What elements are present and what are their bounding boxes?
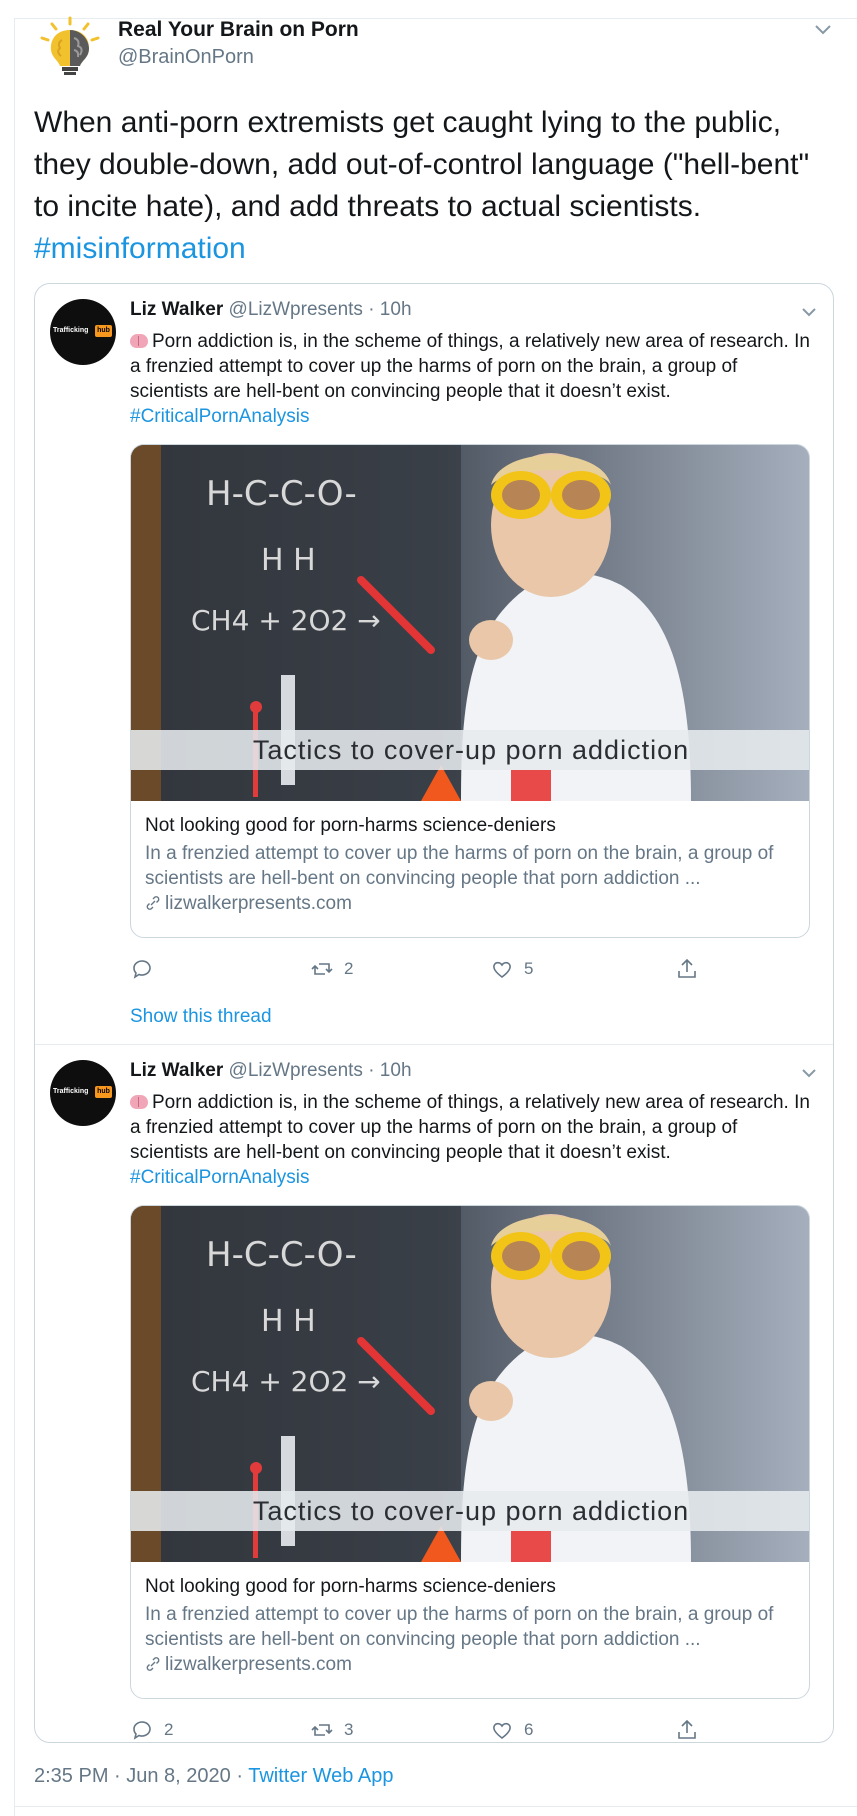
like-button[interactable]: 5 bbox=[490, 954, 533, 984]
retweet-icon bbox=[311, 1724, 333, 1736]
quoted-author-name[interactable]: Liz Walker bbox=[130, 299, 223, 320]
card-domain-text: lizwalkerpresents.com bbox=[165, 893, 352, 914]
hashtag-link[interactable]: #misinformation bbox=[34, 232, 246, 265]
quoted-thread[interactable]: Trafficking hub Liz Walker @LizWpresents… bbox=[34, 283, 834, 1743]
chalk-formula-2: H H bbox=[261, 543, 316, 578]
card-image-caption: Tactics to cover-up porn addiction bbox=[131, 730, 809, 770]
like-count: 6 bbox=[524, 1720, 534, 1739]
reply-icon bbox=[133, 1721, 151, 1740]
source-app-link[interactable]: Twitter Web App bbox=[248, 1765, 393, 1787]
chevron-down-icon[interactable] bbox=[799, 1063, 819, 1083]
card-image[interactable]: H-C-C-O- H H CH4 + 2O2 → Tactics to cove… bbox=[131, 1206, 809, 1562]
quoted-header: Liz Walker @LizWpresents · 10h bbox=[130, 299, 412, 321]
brain-emoji-icon bbox=[130, 1095, 148, 1109]
action-bar: 2 5 bbox=[130, 954, 730, 984]
card-image-caption: Tactics to cover-up porn addiction bbox=[131, 1491, 809, 1531]
like-button[interactable]: 6 bbox=[490, 1715, 534, 1742]
card-title[interactable]: Not looking good for porn-harms science-… bbox=[145, 1576, 556, 1598]
bottom-divider bbox=[14, 1806, 857, 1807]
link-icon bbox=[145, 895, 161, 911]
share-button[interactable] bbox=[675, 1715, 699, 1742]
retweet-button[interactable]: 2 bbox=[310, 954, 353, 984]
author-handle[interactable]: @BrainOnPorn bbox=[118, 46, 254, 69]
action-bar: 2 3 6 bbox=[130, 1715, 730, 1742]
avatar-logo-badge: hub bbox=[95, 1086, 112, 1098]
reply-icon bbox=[133, 960, 151, 979]
reply-button[interactable]: 2 bbox=[130, 1715, 174, 1742]
chalk-formula-3: CH4 + 2O2 → bbox=[191, 604, 381, 637]
retweet-icon bbox=[311, 963, 333, 975]
timestamp-text[interactable]: 2:35 PM · Jun 8, 2020 · bbox=[34, 1765, 248, 1787]
tweet-text: When anti-porn extremists get caught lyi… bbox=[34, 102, 834, 270]
link-card[interactable]: H-C-C-O- H H CH4 + 2O2 → Tactics to cove… bbox=[130, 444, 810, 938]
share-icon bbox=[678, 1719, 696, 1739]
link-card[interactable]: H-C-C-O- H H CH4 + 2O2 → Tactics to cove… bbox=[130, 1205, 810, 1699]
share-icon bbox=[678, 958, 696, 978]
tweet-timestamp: 2:35 PM · Jun 8, 2020 · Twitter Web App bbox=[34, 1765, 393, 1788]
avatar-logo-text: Trafficking bbox=[53, 1088, 89, 1095]
card-title[interactable]: Not looking good for porn-harms science-… bbox=[145, 815, 556, 837]
quoted-handle-time: @LizWpresents · 10h bbox=[223, 1060, 412, 1081]
chalk-formula-2: H H bbox=[261, 1304, 316, 1339]
heart-icon bbox=[493, 961, 511, 979]
quoted-body: Porn addiction is, in the scheme of thin… bbox=[130, 331, 810, 402]
quoted-header: Liz Walker @LizWpresents · 10h bbox=[130, 1060, 412, 1082]
author-name[interactable]: Real Your Brain on Porn bbox=[118, 18, 359, 42]
card-domain[interactable]: lizwalkerpresents.com bbox=[145, 1654, 352, 1676]
like-count: 5 bbox=[524, 959, 534, 978]
link-icon bbox=[145, 1656, 161, 1672]
avatar-logo-text: Trafficking bbox=[53, 327, 89, 334]
show-thread-link[interactable]: Show this thread bbox=[130, 1006, 272, 1028]
card-description: In a frenzied attempt to cover up the ha… bbox=[145, 843, 774, 889]
heart-icon bbox=[493, 1722, 511, 1740]
hashtag-link[interactable]: #CriticalPornAnalysis bbox=[130, 404, 820, 429]
tweet-header: Real Your Brain on Porn @BrainOnPorn bbox=[34, 14, 834, 84]
avatar[interactable]: Trafficking hub bbox=[50, 299, 116, 365]
reply-count: 2 bbox=[164, 1720, 174, 1739]
tweet-body: When anti-porn extremists get caught lyi… bbox=[34, 106, 810, 223]
card-description: In a frenzied attempt to cover up the ha… bbox=[145, 1604, 774, 1650]
retweet-count: 3 bbox=[344, 1720, 354, 1739]
chalk-formula-1: H-C-C-O- bbox=[206, 474, 357, 514]
quoted-body: Porn addiction is, in the scheme of thin… bbox=[130, 1092, 810, 1163]
card-domain[interactable]: lizwalkerpresents.com bbox=[145, 893, 352, 915]
avatar[interactable]: Trafficking hub bbox=[50, 1060, 116, 1126]
quoted-text: Porn addiction is, in the scheme of thin… bbox=[130, 1090, 820, 1190]
quoted-tweet[interactable]: Trafficking hub Liz Walker @LizWpresents… bbox=[35, 284, 833, 1044]
chevron-down-icon[interactable] bbox=[812, 18, 834, 40]
left-divider bbox=[14, 18, 15, 1816]
hashtag-link[interactable]: #CriticalPornAnalysis bbox=[130, 1165, 820, 1190]
reply-button[interactable] bbox=[130, 954, 164, 984]
brain-lightbulb-icon[interactable] bbox=[34, 14, 106, 78]
avatar-logo-badge: hub bbox=[95, 325, 112, 337]
quoted-handle-time: @LizWpresents · 10h bbox=[223, 299, 412, 320]
quoted-author-name[interactable]: Liz Walker bbox=[130, 1060, 223, 1081]
quoted-text: Porn addiction is, in the scheme of thin… bbox=[130, 329, 820, 429]
retweet-count: 2 bbox=[344, 959, 354, 978]
chalk-formula-1: H-C-C-O- bbox=[206, 1235, 357, 1275]
brain-emoji-icon bbox=[130, 334, 148, 348]
quoted-tweet[interactable]: Trafficking hub Liz Walker @LizWpresents… bbox=[35, 1044, 833, 1742]
card-image[interactable]: H-C-C-O- H H CH4 + 2O2 → Tactics to cove… bbox=[131, 445, 809, 801]
retweet-button[interactable]: 3 bbox=[310, 1715, 354, 1742]
chevron-down-icon[interactable] bbox=[799, 302, 819, 322]
chalk-formula-3: CH4 + 2O2 → bbox=[191, 1365, 381, 1398]
share-button[interactable] bbox=[675, 954, 699, 984]
card-domain-text: lizwalkerpresents.com bbox=[165, 1654, 352, 1675]
